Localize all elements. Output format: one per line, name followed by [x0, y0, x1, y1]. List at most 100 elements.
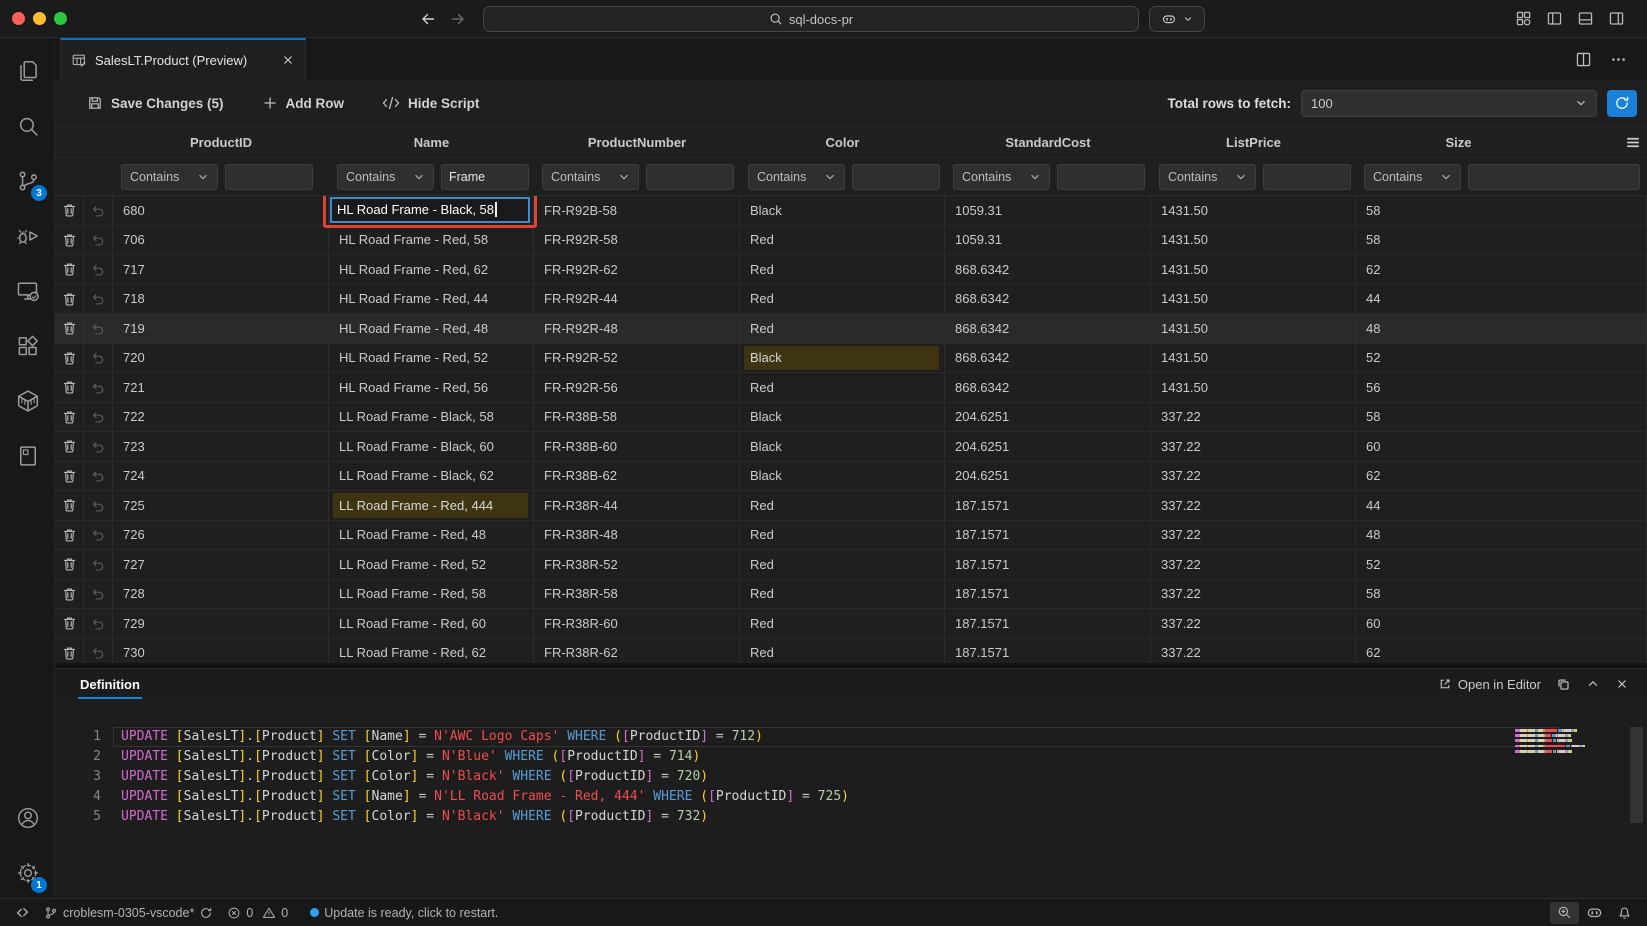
filter-operator-select-ProductID[interactable]: Contains — [121, 164, 218, 190]
revert-row-button[interactable] — [84, 580, 113, 609]
delete-row-button[interactable] — [55, 196, 84, 225]
revert-row-button[interactable] — [84, 491, 113, 520]
tab-definition[interactable]: Definition — [78, 671, 142, 698]
cell-name[interactable]: LL Road Frame - Red, 48 — [329, 521, 534, 550]
toggle-primary-sidebar-icon[interactable] — [1546, 10, 1563, 27]
cell-listprice[interactable]: 1431.50 — [1151, 344, 1356, 373]
revert-row-button[interactable] — [84, 373, 113, 402]
cell-productid[interactable]: 726 — [113, 521, 329, 550]
cell-color[interactable]: Black — [740, 432, 945, 461]
cell-size[interactable]: 62 — [1356, 462, 1647, 491]
cell-name[interactable]: HL Road Frame - Red, 62 — [329, 255, 534, 284]
copy-icon[interactable] — [1556, 677, 1571, 692]
cell-standardcost[interactable]: 187.1571 — [945, 521, 1151, 550]
delete-row-button[interactable] — [55, 255, 84, 284]
copilot-status-icon[interactable] — [1579, 902, 1610, 924]
hide-script-button[interactable]: Hide Script — [382, 96, 479, 111]
cell-standardcost[interactable]: 868.6342 — [945, 373, 1151, 402]
cell-productnumber[interactable]: FR-R38R-58 — [534, 580, 740, 609]
sql-script-editor[interactable]: 1UPDATE [SalesLT].[Product] SET [Name] =… — [55, 699, 1647, 898]
notifications-bell-icon[interactable] — [1610, 902, 1639, 924]
cell-size[interactable]: 44 — [1356, 285, 1647, 314]
cell-color[interactable]: Red — [740, 255, 945, 284]
panel-scrollbar[interactable] — [1630, 727, 1643, 823]
cell-productnumber[interactable]: FR-R38R-48 — [534, 521, 740, 550]
filter-input-StandardCost[interactable] — [1057, 164, 1145, 190]
column-header-Color[interactable]: Color — [740, 127, 945, 157]
cell-productnumber[interactable]: FR-R38R-52 — [534, 550, 740, 579]
cell-productid[interactable]: 720 — [113, 344, 329, 373]
activity-bar-item-remote-explorer[interactable] — [0, 263, 55, 318]
filter-input-ProductNumber[interactable] — [646, 164, 734, 190]
cell-size[interactable]: 48 — [1356, 521, 1647, 550]
filter-operator-select-ProductNumber[interactable]: Contains — [542, 164, 639, 190]
split-editor-icon[interactable] — [1575, 51, 1592, 68]
cell-size[interactable]: 60 — [1356, 432, 1647, 461]
delete-row-button[interactable] — [55, 609, 84, 638]
filter-operator-select-StandardCost[interactable]: Contains — [953, 164, 1050, 190]
delete-row-button[interactable] — [55, 521, 84, 550]
toggle-panel-icon[interactable] — [1577, 10, 1594, 27]
column-header-ListPrice[interactable]: ListPrice — [1151, 127, 1356, 157]
cell-standardcost[interactable]: 1059.31 — [945, 196, 1151, 225]
cell-name[interactable]: LL Road Frame - Black, 62 — [329, 462, 534, 491]
cell-productnumber[interactable]: FR-R38R-60 — [534, 609, 740, 638]
cell-size[interactable]: 58 — [1356, 226, 1647, 255]
cell-standardcost[interactable]: 187.1571 — [945, 580, 1151, 609]
cell-productnumber[interactable]: FR-R92B-58 — [534, 196, 740, 225]
cell-size[interactable]: 62 — [1356, 255, 1647, 284]
cell-size[interactable]: 58 — [1356, 580, 1647, 609]
cell-color[interactable]: Red — [740, 314, 945, 343]
column-header-Name[interactable]: Name — [329, 127, 534, 157]
revert-row-button[interactable] — [84, 255, 113, 284]
revert-row-button[interactable] — [84, 639, 113, 664]
cell-listprice[interactable]: 337.22 — [1151, 491, 1356, 520]
delete-row-button[interactable] — [55, 432, 84, 461]
more-actions-icon[interactable] — [1610, 51, 1627, 68]
cell-listprice[interactable]: 1431.50 — [1151, 226, 1356, 255]
filter-input-Name[interactable] — [441, 164, 529, 190]
cell-productnumber[interactable]: FR-R38R-62 — [534, 639, 740, 664]
cell-color[interactable]: Red — [740, 580, 945, 609]
delete-row-button[interactable] — [55, 403, 84, 432]
cell-color[interactable]: Black — [740, 344, 945, 373]
delete-row-button[interactable] — [55, 226, 84, 255]
cell-size[interactable]: 52 — [1356, 344, 1647, 373]
update-status[interactable]: Update is ready, click to restart. — [303, 902, 505, 924]
cell-productnumber[interactable]: FR-R92R-48 — [534, 314, 740, 343]
cell-color[interactable]: Red — [740, 491, 945, 520]
cell-name[interactable]: LL Road Frame - Red, 62 — [329, 639, 534, 664]
cell-standardcost[interactable]: 187.1571 — [945, 609, 1151, 638]
cell-standardcost[interactable]: 204.6251 — [945, 462, 1151, 491]
cell-name[interactable]: LL Road Frame - Red, 52 — [329, 550, 534, 579]
revert-row-button[interactable] — [84, 196, 113, 225]
cell-name[interactable]: HL Road Frame - Red, 48 — [329, 314, 534, 343]
cell-productnumber[interactable]: FR-R38B-62 — [534, 462, 740, 491]
filter-input-ProductID[interactable] — [225, 164, 313, 190]
cell-productid[interactable]: 725 — [113, 491, 329, 520]
delete-row-button[interactable] — [55, 285, 84, 314]
cell-productnumber[interactable]: FR-R92R-44 — [534, 285, 740, 314]
cell-listprice[interactable]: 337.22 — [1151, 639, 1356, 664]
cell-productnumber[interactable]: FR-R92R-52 — [534, 344, 740, 373]
branch-status[interactable]: croblesm-0305-vscode* — [37, 902, 220, 924]
problems-status[interactable]: 0 0 — [220, 902, 295, 924]
zoom-window-button[interactable] — [54, 12, 67, 25]
back-icon[interactable] — [420, 11, 436, 27]
revert-row-button[interactable] — [84, 403, 113, 432]
column-header-StandardCost[interactable]: StandardCost — [945, 127, 1151, 157]
activity-bar-item-extensions[interactable] — [0, 318, 55, 373]
open-in-editor-button[interactable]: Open in Editor — [1438, 677, 1541, 692]
column-header-ProductNumber[interactable]: ProductNumber — [534, 127, 740, 157]
cell-color[interactable]: Red — [740, 373, 945, 402]
cell-productid[interactable]: 727 — [113, 550, 329, 579]
close-panel-icon[interactable] — [1615, 677, 1629, 691]
delete-row-button[interactable] — [55, 462, 84, 491]
cell-productid[interactable]: 706 — [113, 226, 329, 255]
cell-listprice[interactable]: 337.22 — [1151, 550, 1356, 579]
cell-standardcost[interactable]: 187.1571 — [945, 550, 1151, 579]
cell-standardcost[interactable]: 187.1571 — [945, 639, 1151, 664]
cell-productnumber[interactable]: FR-R38R-44 — [534, 491, 740, 520]
revert-row-button[interactable] — [84, 521, 113, 550]
delete-row-button[interactable] — [55, 314, 84, 343]
